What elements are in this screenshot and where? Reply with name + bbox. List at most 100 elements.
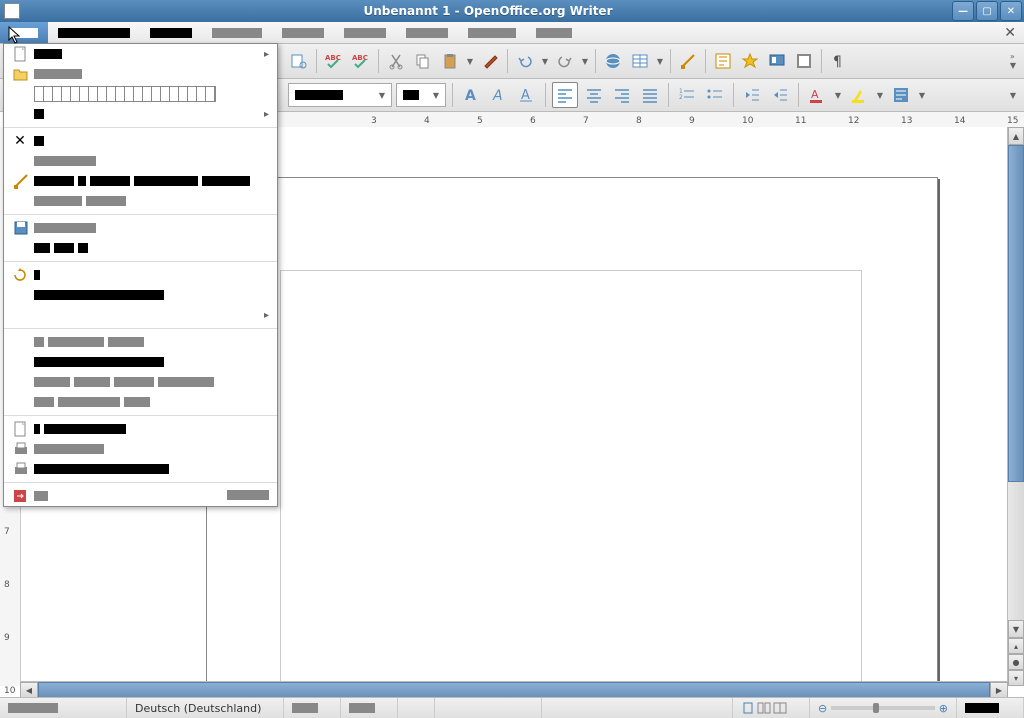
cut-button[interactable] — [384, 49, 408, 73]
zoom-percent-cell[interactable] — [957, 698, 1024, 718]
hyperlink-button[interactable] — [601, 49, 625, 73]
menu-entry[interactable] — [4, 151, 277, 171]
menu-entry[interactable] — [4, 171, 277, 191]
dropdown-arrow-icon[interactable]: ▼ — [540, 57, 550, 66]
menu-entry[interactable]: ▸ — [4, 104, 277, 124]
scroll-down-button[interactable]: ▼ — [1008, 620, 1024, 638]
scroll-right-button[interactable]: ▶ — [990, 682, 1008, 698]
view-layout-cell[interactable] — [733, 698, 810, 718]
nonprinting-button[interactable]: ¶ — [827, 49, 851, 73]
language-cell[interactable]: Deutsch (Deutschland) — [127, 698, 284, 718]
dropdown-arrow-icon[interactable]: ▼ — [875, 91, 885, 100]
menu-entry[interactable]: ▸ — [4, 44, 277, 64]
show-draw-button[interactable] — [676, 49, 700, 73]
menu-entry[interactable] — [4, 285, 277, 305]
dropdown-arrow-icon[interactable]: ▼ — [465, 57, 475, 66]
insert-mode-cell[interactable] — [284, 698, 341, 718]
font-size-combo[interactable]: ▼ — [396, 83, 446, 107]
menu-entry[interactable] — [4, 459, 277, 479]
signature-cell[interactable] — [435, 698, 542, 718]
menu-entry[interactable]: ▸ — [4, 305, 277, 325]
menu-entry[interactable] — [4, 486, 277, 506]
dropdown-arrow-icon[interactable]: ▼ — [580, 57, 590, 66]
vertical-scrollbar[interactable]: ▲ ▼ ▴ ● ▾ — [1007, 127, 1024, 686]
decrease-indent-button[interactable] — [740, 83, 764, 107]
menu-item-0[interactable] — [0, 22, 48, 43]
menu-item-7[interactable] — [458, 22, 526, 43]
menu-item-6[interactable] — [396, 22, 458, 43]
horizontal-scrollbar[interactable]: ◀ ▶ — [20, 681, 1008, 698]
scroll-left-button[interactable]: ◀ — [20, 682, 38, 698]
book-icon[interactable] — [773, 702, 787, 714]
menu-entry[interactable]: ✕ — [4, 131, 277, 151]
maximize-button[interactable]: ▢ — [976, 1, 998, 21]
table-button[interactable] — [628, 49, 652, 73]
menu-entry[interactable] — [4, 352, 277, 372]
menu-entry[interactable] — [4, 218, 277, 238]
spellcheck-button[interactable]: ABC — [322, 49, 346, 73]
copy-button[interactable] — [411, 49, 435, 73]
menu-item-8[interactable] — [526, 22, 582, 43]
hscroll-thumb[interactable] — [38, 682, 990, 698]
scroll-up-button[interactable]: ▲ — [1008, 127, 1024, 145]
nav-button[interactable]: ● — [1008, 654, 1024, 670]
italic-button[interactable]: A — [487, 83, 511, 107]
next-page-button[interactable]: ▾ — [1008, 670, 1024, 686]
menu-entry[interactable] — [4, 419, 277, 439]
menu-item-3[interactable] — [202, 22, 272, 43]
style-combo[interactable]: ▼ — [288, 83, 392, 107]
menu-entry[interactable] — [4, 372, 277, 392]
minimize-button[interactable]: — — [952, 1, 974, 21]
scroll-thumb[interactable] — [1008, 145, 1024, 482]
datasources-button[interactable] — [765, 49, 789, 73]
menu-entry[interactable] — [4, 332, 277, 352]
menu-entry[interactable] — [4, 64, 277, 84]
dropdown-arrow-icon[interactable]: ▼ — [655, 57, 665, 66]
close-document-button[interactable]: ✕ — [1004, 22, 1016, 43]
underline-button[interactable]: A — [515, 83, 539, 107]
menu-item-4[interactable] — [272, 22, 334, 43]
numbered-list-button[interactable]: 12 — [675, 83, 699, 107]
undo-button[interactable] — [513, 49, 537, 73]
single-page-icon[interactable] — [741, 702, 755, 714]
align-center-button[interactable] — [582, 83, 606, 107]
toolbar-overflow-icon[interactable]: ▼ — [1006, 91, 1020, 100]
page-preview-button[interactable] — [287, 49, 311, 73]
paste-button[interactable] — [438, 49, 462, 73]
zoom-cell[interactable]: ⊖ ⊕ — [810, 698, 957, 718]
autospell-button[interactable]: ABC — [349, 49, 373, 73]
dropdown-arrow-icon[interactable]: ▼ — [917, 91, 927, 100]
modified-cell[interactable] — [398, 698, 435, 718]
menu-entry[interactable] — [4, 439, 277, 459]
format-paintbrush-button[interactable] — [478, 49, 502, 73]
zoom-out-icon[interactable]: ⊖ — [818, 702, 827, 715]
increase-indent-button[interactable] — [768, 83, 792, 107]
menu-item-5[interactable] — [334, 22, 396, 43]
align-left-button[interactable] — [552, 82, 578, 108]
multi-page-icon[interactable] — [757, 702, 771, 714]
align-justify-button[interactable] — [638, 83, 662, 107]
page-number-cell[interactable] — [0, 698, 127, 718]
menu-item-1[interactable] — [48, 22, 140, 43]
menu-entry[interactable] — [4, 392, 277, 412]
zoom-slider[interactable] — [831, 706, 935, 710]
navigator-button[interactable] — [711, 49, 735, 73]
zoom-button[interactable] — [792, 49, 816, 73]
zoom-in-icon[interactable]: ⊕ — [939, 702, 948, 715]
close-window-button[interactable]: ✕ — [1000, 1, 1022, 21]
menu-entry[interactable] — [4, 238, 277, 258]
font-color-button[interactable]: A — [805, 83, 829, 107]
menu-entry[interactable] — [4, 84, 277, 104]
align-right-button[interactable] — [610, 83, 634, 107]
bullet-list-button[interactable] — [703, 83, 727, 107]
selection-mode-cell[interactable] — [341, 698, 398, 718]
redo-button[interactable] — [553, 49, 577, 73]
gallery-button[interactable] — [738, 49, 762, 73]
menu-entry[interactable] — [4, 265, 277, 285]
dropdown-arrow-icon[interactable]: ▼ — [833, 91, 843, 100]
highlight-button[interactable] — [847, 83, 871, 107]
menu-item-2[interactable] — [140, 22, 202, 43]
menu-entry[interactable] — [4, 191, 277, 211]
toolbar-overflow-icon[interactable]: »▼ — [1006, 52, 1020, 70]
bold-button[interactable]: A — [459, 83, 483, 107]
